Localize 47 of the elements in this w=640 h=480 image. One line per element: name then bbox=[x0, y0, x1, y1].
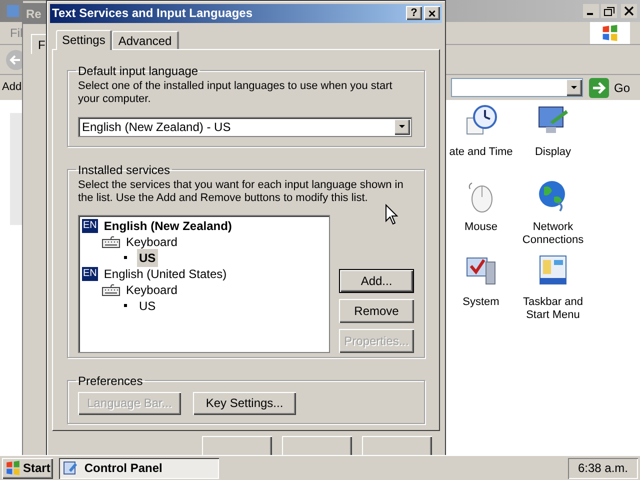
taskbar-button[interactable]: Control Panel bbox=[59, 458, 220, 478]
restore-icon[interactable] bbox=[601, 4, 617, 18]
language-badge: EN bbox=[82, 218, 98, 233]
close-button[interactable]: × bbox=[424, 6, 440, 20]
help-button[interactable]: ? bbox=[406, 6, 422, 20]
go-label[interactable]: Go bbox=[614, 78, 630, 96]
tree-item[interactable]: English (United States) bbox=[102, 264, 229, 283]
close-icon[interactable] bbox=[621, 4, 637, 18]
start-button[interactable]: Start bbox=[2, 458, 54, 478]
group-description: Select the services that you want for each input language shown in the list. Use the Add and Remove buttons to modify this list. bbox=[78, 178, 404, 205]
tree-item[interactable]: US bbox=[137, 296, 158, 315]
window-title: Text Services and Input Languages bbox=[52, 5, 252, 22]
group-description: Select one of the installed input languages to use when you start your computer. bbox=[78, 80, 394, 106]
control-panel-item[interactable]: Mouse bbox=[447, 221, 515, 234]
group-title: Installed services bbox=[77, 162, 172, 179]
control-panel-icon bbox=[63, 460, 80, 476]
group-title: Default input language bbox=[77, 62, 200, 80]
tree-item[interactable]: Keyboard bbox=[124, 280, 180, 299]
control-panel-item[interactable]: Taskbar and Start Menu bbox=[515, 296, 591, 322]
control-panel-item[interactable]: System bbox=[447, 296, 515, 309]
tab[interactable]: Settings bbox=[56, 30, 112, 50]
group-title: Preferences bbox=[77, 372, 144, 390]
control-panel-item[interactable]: Display bbox=[515, 146, 591, 159]
control-panel-item[interactable]: Network Connections bbox=[515, 221, 591, 247]
address-field[interactable] bbox=[450, 78, 583, 97]
language-badge: EN bbox=[82, 266, 98, 281]
tree-item[interactable]: English (New Zealand) bbox=[102, 216, 234, 235]
address-label: Add bbox=[2, 80, 22, 96]
windows-flag-icon bbox=[5, 460, 21, 476]
app-icon bbox=[5, 3, 21, 19]
mouse-pointer-icon bbox=[385, 204, 398, 225]
windows-flag-icon bbox=[601, 24, 619, 42]
keyboard-icon bbox=[102, 236, 120, 248]
language-dropdown[interactable]: English (New Zealand) - US bbox=[78, 116, 412, 137]
control-panel-item[interactable]: ate and Time bbox=[447, 146, 515, 159]
dialog-button[interactable]: Remove bbox=[339, 298, 414, 323]
tree-item[interactable]: US bbox=[137, 248, 158, 267]
keyboard-icon bbox=[102, 284, 120, 296]
tab[interactable]: Advanced bbox=[112, 30, 179, 49]
bullet-icon bbox=[124, 256, 127, 260]
dialog-button[interactable]: Add... bbox=[339, 268, 414, 293]
minimize-icon[interactable] bbox=[583, 4, 599, 18]
dialog-button[interactable]: Key Settings... bbox=[193, 392, 296, 415]
window-title: Re bbox=[26, 6, 42, 22]
bullet-icon bbox=[124, 304, 127, 308]
clock: 6:38 a.m. bbox=[568, 458, 638, 478]
tree-item[interactable]: Keyboard bbox=[124, 232, 180, 251]
